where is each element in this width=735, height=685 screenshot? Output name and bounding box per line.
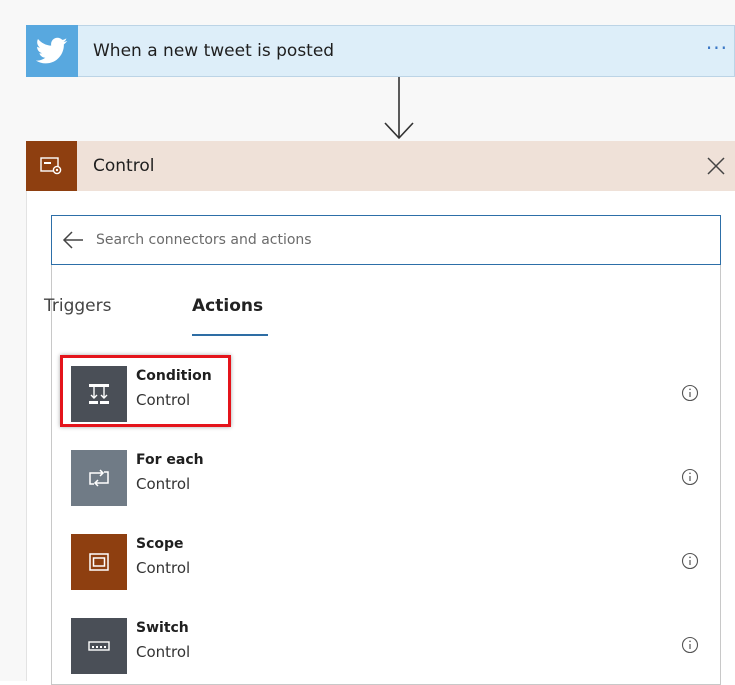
action-item-switch[interactable]: Switch Control: [71, 618, 721, 678]
action-name: For each: [136, 452, 204, 468]
action-connector: Control: [136, 643, 191, 661]
info-icon[interactable]: [681, 636, 699, 654]
search-box[interactable]: [51, 215, 721, 265]
action-name: Scope: [136, 536, 184, 552]
search-input[interactable]: [96, 228, 696, 252]
scope-icon: [71, 534, 127, 590]
info-icon[interactable]: [681, 384, 699, 402]
trigger-card[interactable]: When a new tweet is posted ···: [26, 25, 735, 77]
tab-triggers[interactable]: Triggers: [44, 296, 112, 316]
back-arrow-icon[interactable]: [62, 230, 84, 250]
info-icon[interactable]: [681, 468, 699, 486]
close-icon[interactable]: [704, 154, 728, 178]
control-header[interactable]: Control: [26, 141, 735, 191]
trigger-title: When a new tweet is posted: [93, 41, 335, 61]
action-item-scope[interactable]: Scope Control: [71, 534, 721, 594]
tab-actions[interactable]: Actions: [192, 296, 263, 316]
loop-icon: [71, 450, 127, 506]
control-icon: [26, 141, 77, 191]
control-title: Control: [93, 156, 155, 176]
info-icon[interactable]: [681, 552, 699, 570]
twitter-bird-icon: [26, 25, 78, 77]
action-name: Switch: [136, 620, 189, 636]
tab-actions-underline: [192, 334, 268, 336]
action-item-for-each[interactable]: For each Control: [71, 450, 721, 510]
switch-icon: [71, 618, 127, 674]
condition-highlight-box: [60, 355, 231, 427]
action-connector: Control: [136, 475, 191, 493]
action-connector: Control: [136, 559, 191, 577]
down-arrow-icon: [384, 77, 414, 140]
designer-canvas: When a new tweet is posted ··· Control S…: [0, 0, 735, 685]
more-options-button[interactable]: ···: [706, 36, 728, 60]
